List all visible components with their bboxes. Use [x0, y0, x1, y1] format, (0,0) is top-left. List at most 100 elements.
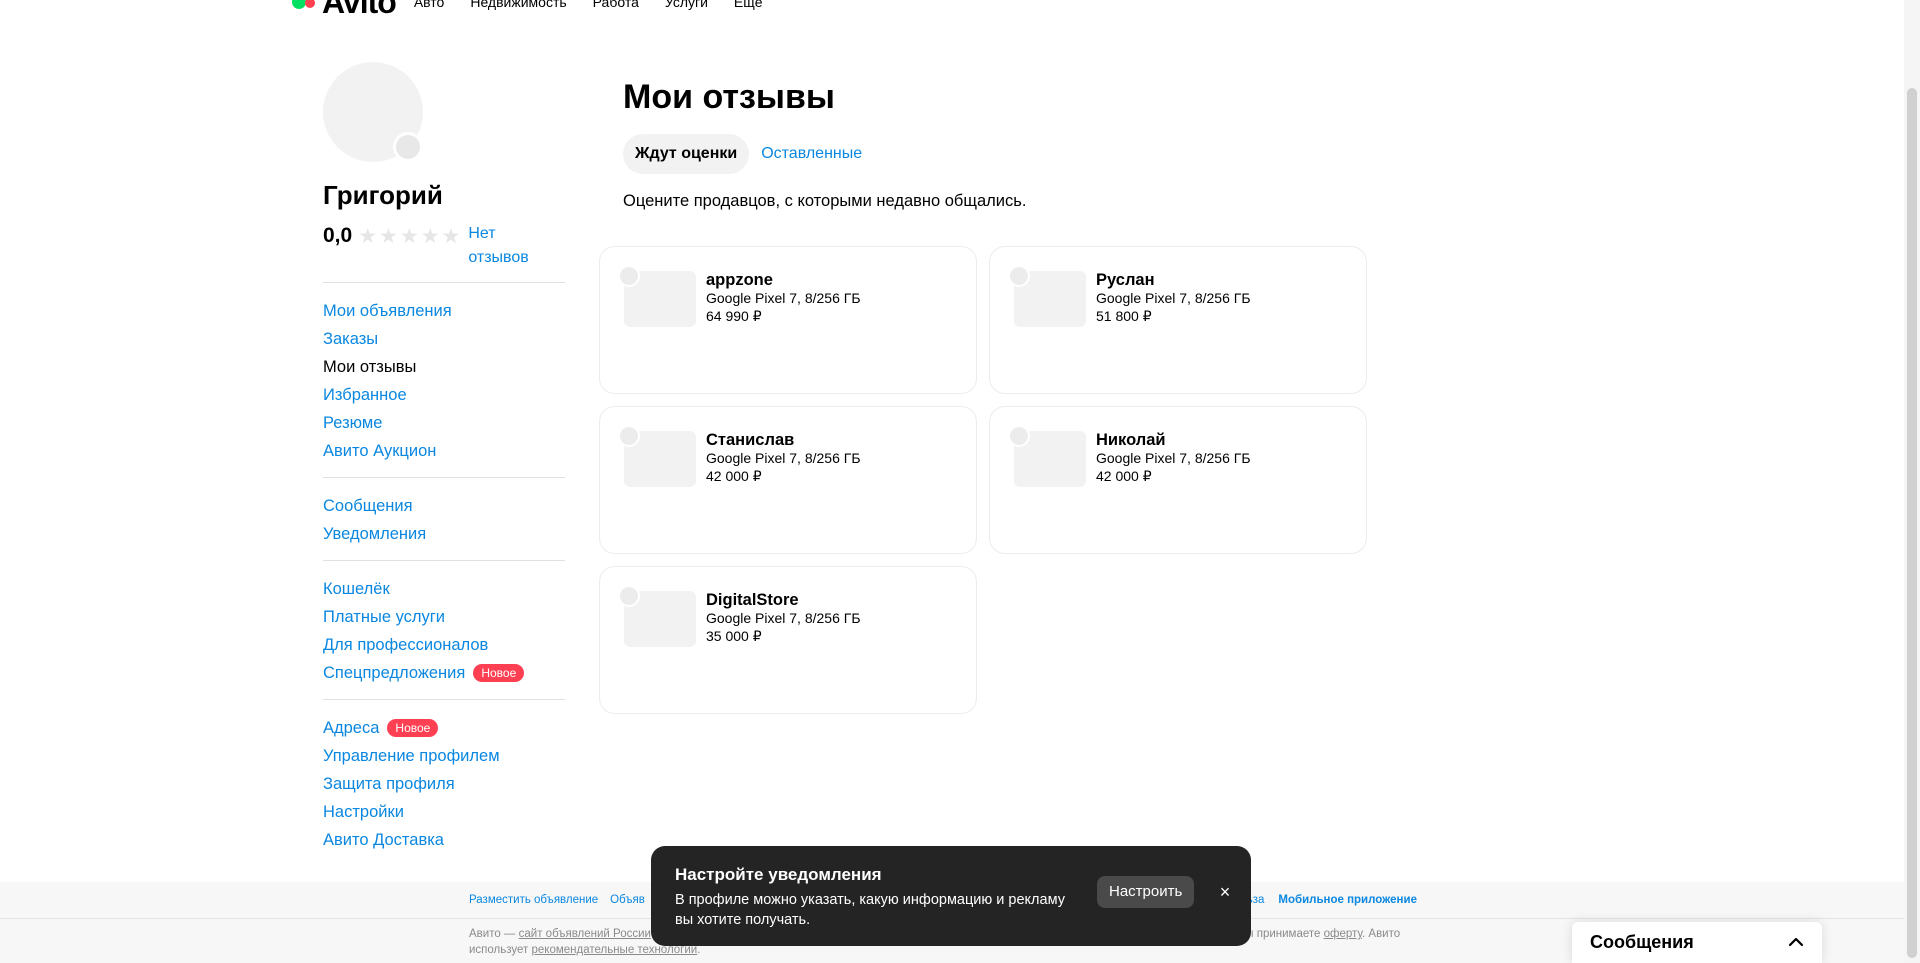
sidebar-item[interactable]: Настройки — [323, 798, 565, 826]
sidebar-divider — [323, 699, 565, 700]
top-nav-item[interactable]: Ещё — [734, 0, 763, 14]
sidebar-item[interactable]: Защита профиля — [323, 770, 565, 798]
sidebar-item-label: Управление профилем — [323, 747, 500, 765]
notification-toast: Настройте уведомления В профиле можно ук… — [651, 846, 1251, 946]
messenger-title: Сообщения — [1590, 932, 1694, 952]
close-icon[interactable]: × — [1213, 880, 1237, 904]
sidebar-divider — [323, 477, 565, 478]
sidebar-item[interactable]: Адреса Новое — [323, 714, 565, 742]
avatar[interactable] — [323, 62, 423, 162]
card-info: Руслан Google Pixel 7, 8/256 ГБ 51 800 ₽ — [1096, 271, 1251, 325]
sidebar-item[interactable]: Избранное — [323, 381, 565, 409]
avatar-edit-badge[interactable] — [393, 132, 423, 162]
sidebar-item[interactable]: Мои объявления — [323, 297, 565, 325]
product-title: Google Pixel 7, 8/256 ГБ — [706, 610, 861, 626]
rating-value: 0,0 — [323, 224, 353, 247]
card-info: DigitalStore Google Pixel 7, 8/256 ГБ 35… — [706, 591, 861, 645]
sidebar-item-label: Кошелёк — [323, 580, 390, 598]
sidebar-item[interactable]: Управление профилем — [323, 742, 565, 770]
sidebar-item-label: Настройки — [323, 803, 404, 821]
sidebar-item[interactable]: Платные услуги — [323, 603, 565, 631]
sidebar-item[interactable]: Кошелёк — [323, 575, 565, 603]
seller-avatar — [618, 265, 640, 287]
toast-text: В профиле можно указать, какую информаци… — [675, 892, 1065, 928]
top-nav-item[interactable]: Работа — [593, 0, 639, 14]
top-nav-item[interactable]: Услуги — [665, 0, 708, 14]
scrollbar[interactable] — [1904, 0, 1920, 963]
page-title: Мои отзывы — [623, 78, 835, 116]
top-nav-item[interactable]: Недвижимость — [470, 0, 566, 14]
no-reviews-link[interactable]: Нет отзывов — [468, 222, 538, 270]
new-badge: Новое — [387, 719, 439, 737]
main-content: Мои отзывы Ждут оценки Оставленные Оцени… — [623, 72, 1368, 216]
seller-avatar — [618, 425, 640, 447]
sidebar-item[interactable]: Уведомления — [323, 520, 565, 548]
seller-card[interactable]: Руслан Google Pixel 7, 8/256 ГБ 51 800 ₽ — [989, 246, 1367, 394]
top-bar: Avito Авто Недвижимость Работа Услуги Ещё — [292, 0, 763, 20]
footer-legal-right: зы принимаете оферту. Авито — [1240, 926, 1400, 942]
sidebar-item-label: Мои объявления — [323, 302, 452, 320]
avito-logo[interactable]: Avito — [292, 0, 397, 20]
logo-text: Avito — [322, 0, 397, 20]
star-icon: ★ — [379, 225, 398, 248]
product-title: Google Pixel 7, 8/256 ГБ — [706, 290, 861, 306]
seller-name: Станислав — [706, 431, 795, 449]
sidebar-item[interactable]: Авито Доставка — [323, 826, 565, 854]
seller-card[interactable]: appzone Google Pixel 7, 8/256 ГБ 64 990 … — [599, 246, 977, 394]
sidebar-menu: Мои объявления Заказы Мои отзывы Избранное Р… — [323, 282, 565, 854]
star-icon: ★ — [441, 225, 461, 248]
offer-link[interactable]: оферту — [1324, 928, 1362, 940]
sidebar-item-label: Для профессионалов — [323, 636, 489, 654]
sidebar-item-label: Авито Доставка — [323, 831, 444, 849]
user-name: Григорий — [323, 180, 443, 210]
profile-sidebar: Григорий 0,0 ★ ★ ★ ★ ★ Нет отзывов Мои о… — [323, 62, 565, 854]
sidebar-item-label: Спецпредложения — [323, 664, 466, 682]
sidebar-item-label: Сообщения — [323, 497, 413, 515]
seller-card[interactable]: Станислав Google Pixel 7, 8/256 ГБ 42 00… — [599, 406, 977, 554]
legal-link[interactable]: сайт объявлений России — [519, 928, 651, 940]
product-title: Google Pixel 7, 8/256 ГБ — [706, 450, 861, 466]
sidebar-divider — [323, 560, 565, 561]
sidebar-item[interactable]: Для профессионалов — [323, 631, 565, 659]
logo-dots-icon — [292, 0, 322, 12]
seller-card[interactable]: Николай Google Pixel 7, 8/256 ГБ 42 000 … — [989, 406, 1367, 554]
sidebar-item[interactable]: Резюме — [323, 409, 565, 437]
sidebar-item[interactable]: Мои отзывы — [323, 353, 565, 381]
top-nav-item[interactable]: Авто — [414, 0, 445, 14]
mobile-app-link[interactable]: Мобильное приложение — [1278, 894, 1417, 906]
sidebar-item[interactable]: Авито Аукцион — [323, 437, 565, 465]
card-info: appzone Google Pixel 7, 8/256 ГБ 64 990 … — [706, 271, 861, 325]
seller-name: appzone — [706, 271, 773, 289]
messenger-widget[interactable]: Сообщения — [1572, 922, 1822, 963]
footer-link[interactable]: Разместить объявление — [469, 894, 598, 906]
card-info: Николай Google Pixel 7, 8/256 ГБ 42 000 … — [1096, 431, 1251, 485]
product-title: Google Pixel 7, 8/256 ГБ — [1096, 290, 1251, 306]
sidebar-group: Адреса Новое Управление профилем Защита про… — [323, 714, 565, 854]
sidebar-item-label: Мои отзывы — [323, 358, 417, 376]
seller-name: Руслан — [1096, 271, 1155, 289]
sidebar-item-label: Уведомления — [323, 525, 427, 543]
product-price: 42 000 ₽ — [706, 468, 762, 484]
sidebar-item[interactable]: Заказы — [323, 325, 565, 353]
sidebar-item[interactable]: Сообщения — [323, 492, 565, 520]
product-price: 35 000 ₽ — [706, 628, 762, 644]
new-badge: Новое — [473, 664, 525, 682]
seller-name: Николай — [1096, 431, 1166, 449]
sidebar-item[interactable]: Спецпредложения Новое — [323, 659, 565, 687]
sidebar-group: Мои объявления Заказы Мои отзывы Избранное Р… — [323, 297, 565, 465]
footer-link[interactable]: Объяв — [610, 894, 645, 906]
configure-button[interactable]: Настроить — [1097, 876, 1195, 908]
legal-text: . Авито — [1362, 928, 1401, 940]
sidebar-item-label: Заказы — [323, 330, 379, 348]
seller-card[interactable]: DigitalStore Google Pixel 7, 8/256 ГБ 35… — [599, 566, 977, 714]
legal-text: Авито — — [469, 928, 519, 940]
scrollbar-thumb[interactable] — [1907, 88, 1917, 958]
sidebar-item-label: Резюме — [323, 414, 383, 432]
tab-awaiting[interactable]: Ждут оценки — [623, 134, 750, 174]
sidebar-item-label: Платные услуги — [323, 608, 446, 626]
star-icon: ★ — [420, 225, 440, 248]
chevron-up-icon[interactable] — [1786, 932, 1806, 952]
review-tabs: Ждут оценки Оставленные — [623, 134, 1368, 174]
sidebar-group: Кошелёк Платные услуги Для профессионалов С… — [323, 575, 565, 687]
tab-left[interactable]: Оставленные — [761, 134, 862, 174]
